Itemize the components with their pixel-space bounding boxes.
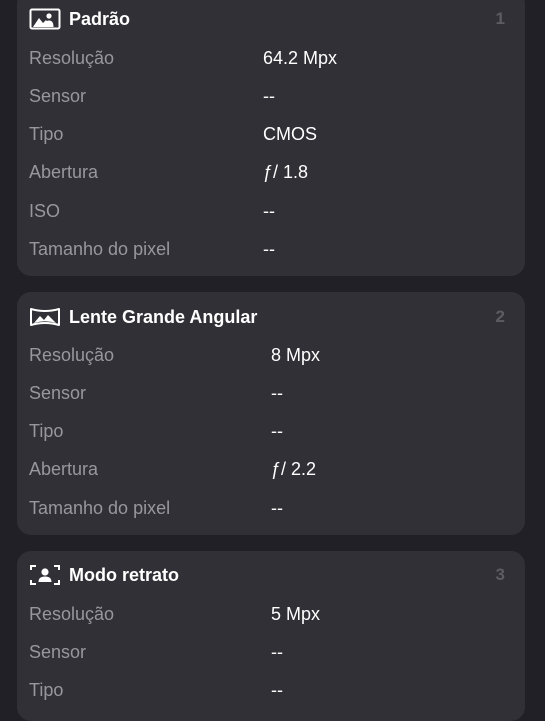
- spec-label: ISO: [29, 201, 61, 221]
- card-index: 2: [495, 307, 505, 326]
- card-header: Padrão 1: [17, 0, 525, 40]
- camera-card-portrait: Modo retrato 3 Resolução 5 Mpx Sensor --…: [17, 551, 525, 721]
- spec-value: --: [271, 680, 283, 700]
- spec-label: Resolução: [29, 48, 115, 68]
- spec-label: Abertura: [29, 459, 99, 479]
- spec-value: --: [271, 498, 283, 518]
- spec-value: --: [271, 642, 283, 662]
- spec-label: Tipo: [29, 680, 64, 700]
- spec-row-sensor: Sensor --: [17, 81, 525, 111]
- spec-row-type: Tipo --: [17, 675, 525, 705]
- camera-card-standard: Padrão 1 Resolução 64.2 Mpx Sensor -- Ti…: [17, 0, 525, 276]
- card-title: Lente Grande Angular: [69, 307, 258, 327]
- spec-row-iso: ISO --: [17, 196, 525, 226]
- spec-label: Resolução: [29, 345, 115, 365]
- spec-label: Tamanho do pixel: [29, 239, 171, 259]
- spec-row-type: Tipo --: [17, 416, 525, 446]
- spec-value: 5 Mpx: [271, 604, 321, 624]
- spec-label: Abertura: [29, 162, 99, 182]
- spec-row-resolution: Resolução 5 Mpx: [17, 599, 525, 629]
- spec-label: Tipo: [29, 124, 64, 144]
- spec-label: Sensor: [29, 642, 87, 662]
- card-header: Modo retrato 3: [17, 556, 525, 596]
- spec-row-aperture: Abertura ƒ/ 1.8: [17, 157, 525, 187]
- spec-label: Resolução: [29, 604, 115, 624]
- spec-row-aperture: Abertura ƒ/ 2.2: [17, 454, 525, 484]
- spec-value: ƒ/ 2.2: [271, 459, 317, 479]
- card-title: Padrão: [69, 9, 131, 29]
- spec-label: Tamanho do pixel: [29, 498, 171, 518]
- portrait-mode-icon: [29, 564, 61, 586]
- standard-camera-icon: [29, 8, 61, 30]
- card-header: Lente Grande Angular 2: [17, 298, 525, 338]
- card-index: 1: [495, 9, 505, 28]
- spec-label: Sensor: [29, 383, 87, 403]
- spec-row-sensor: Sensor --: [17, 378, 525, 408]
- card-title: Modo retrato: [69, 565, 179, 585]
- spec-value: --: [263, 239, 275, 259]
- spec-value: CMOS: [263, 124, 317, 144]
- spec-value: --: [271, 383, 283, 403]
- spec-label: Tipo: [29, 421, 64, 441]
- spec-row-resolution: Resolução 8 Mpx: [17, 340, 525, 370]
- spec-value: ƒ/ 1.8: [263, 162, 309, 182]
- spec-value: --: [271, 421, 283, 441]
- camera-card-wide-angle: Lente Grande Angular 2 Resolução 8 Mpx S…: [17, 292, 525, 535]
- spec-label: Sensor: [29, 86, 87, 106]
- wide-angle-lens-icon: [29, 306, 61, 328]
- spec-row-resolution: Resolução 64.2 Mpx: [17, 43, 525, 73]
- card-index: 3: [495, 565, 505, 584]
- spec-value: 64.2 Mpx: [263, 48, 338, 68]
- spec-row-type: Tipo CMOS: [17, 119, 525, 149]
- spec-row-sensor: Sensor --: [17, 637, 525, 667]
- spec-row-pixel-size: Tamanho do pixel --: [17, 234, 525, 264]
- spec-value: --: [263, 201, 275, 221]
- spec-value: 8 Mpx: [271, 345, 321, 365]
- spec-value: --: [263, 86, 275, 106]
- spec-row-pixel-size: Tamanho do pixel --: [17, 493, 525, 523]
